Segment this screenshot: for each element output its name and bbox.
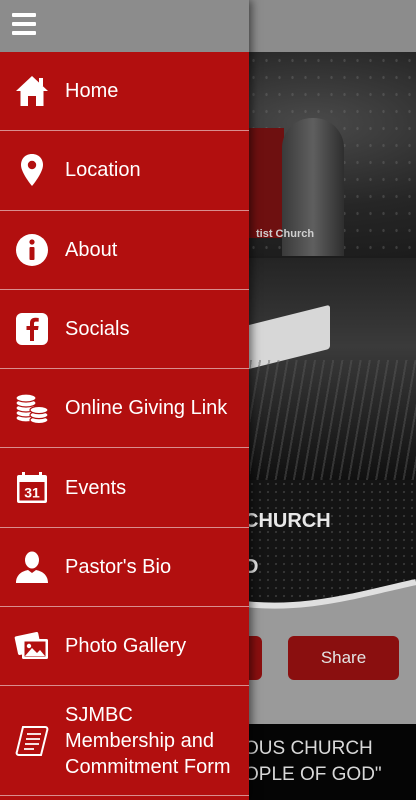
menu-item-label: Home — [65, 80, 119, 103]
menu-item-socials[interactable]: Socials — [0, 290, 249, 370]
menu-item-membership-form[interactable]: SJMBC Membership and Commitment Form — [0, 686, 249, 797]
hamburger-menu-icon[interactable] — [12, 13, 38, 37]
navigation-drawer: Home Location About Socials Online Givin… — [0, 0, 249, 800]
menu-item-label: Online Giving Link — [65, 397, 228, 420]
hero-church-name: tist Church — [256, 228, 315, 240]
calendar-icon: 31 — [14, 470, 50, 506]
menu-item-label: SJMBC Membership and Commitment Form — [65, 703, 231, 778]
menu-item-label: Pastor's Bio — [65, 555, 172, 578]
menu-item-photo-gallery[interactable]: Photo Gallery — [0, 607, 249, 687]
menu-item-online-giving[interactable]: Online Giving Link — [0, 369, 249, 449]
quote-line1: OUS CHURCH — [244, 738, 373, 759]
church-title-line1: CHURCH — [244, 510, 331, 532]
menu-item-location[interactable]: Location — [0, 131, 249, 211]
menu-item-about[interactable]: About — [0, 211, 249, 290]
quote-line2: OPLE OF GOD" — [244, 764, 382, 785]
person-icon — [14, 549, 50, 585]
drawer-header — [0, 0, 249, 52]
menu-item-label: About — [65, 238, 118, 261]
menu-item-label: Events — [65, 476, 127, 499]
coins-icon — [14, 390, 50, 426]
menu-item-label: Photo Gallery — [65, 635, 187, 658]
menu-item-home[interactable]: Home — [0, 52, 249, 132]
info-icon — [14, 232, 50, 268]
photos-icon — [14, 628, 50, 664]
menu-item-events[interactable]: 31 Events — [0, 448, 249, 528]
form-scroll-icon — [14, 723, 50, 759]
menu-item-label: Location — [65, 159, 141, 182]
facebook-icon — [14, 311, 50, 347]
home-icon — [14, 73, 50, 109]
menu-item-pastors-bio[interactable]: Pastor's Bio — [0, 528, 249, 608]
share-button[interactable]: Share — [288, 636, 399, 680]
map-pin-icon — [14, 152, 50, 188]
menu-item-label: Socials — [65, 318, 130, 341]
drawer-menu-list: Home Location About Socials Online Givin… — [0, 52, 249, 797]
calendar-day: 31 — [24, 484, 40, 500]
